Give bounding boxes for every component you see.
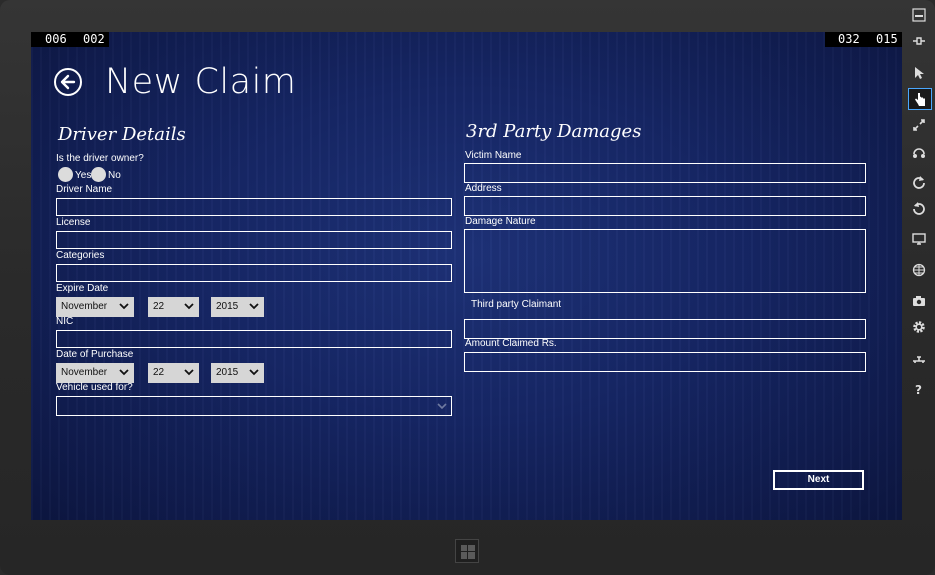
fps-value: 006 xyxy=(45,32,67,46)
frame-rate-counter-left: 006 002 xyxy=(31,32,109,47)
windows-logo-icon xyxy=(461,545,475,559)
pinch-zoom-icon xyxy=(913,119,925,131)
chevron-down-icon xyxy=(119,303,129,310)
app-screen: 006 002 032 015 New Claim Driver Details… xyxy=(31,32,902,520)
categories-field[interactable] xyxy=(56,264,452,282)
pin-button[interactable] xyxy=(908,31,932,53)
damage-nature-textarea[interactable] xyxy=(464,229,866,293)
camera-icon xyxy=(913,296,925,306)
windows-start-button[interactable] xyxy=(455,539,479,563)
expire-year-select[interactable]: 2015 xyxy=(211,297,264,317)
claimant-label: Third party Claimant xyxy=(471,299,562,310)
frame-rate-counter-right: 032 015 xyxy=(825,32,902,47)
vehicle-use-label: Vehicle used for? xyxy=(56,382,133,393)
expire-date-label: Expire Date xyxy=(56,283,109,294)
nic-field[interactable] xyxy=(56,330,452,348)
purchase-year-select[interactable]: 2015 xyxy=(211,363,264,383)
page-title: New Claim xyxy=(105,62,297,102)
minimize-icon xyxy=(912,8,926,22)
owner-yes-label: Yes xyxy=(75,170,92,181)
damage-nature-label: Damage Nature xyxy=(465,216,536,227)
purchase-month-value: November xyxy=(61,367,108,378)
network-button[interactable] xyxy=(908,349,932,371)
settings-icon xyxy=(913,321,925,333)
rotate-gesture-icon xyxy=(913,148,925,158)
settings-button[interactable] xyxy=(908,317,932,339)
purchase-date-label: Date of Purchase xyxy=(56,349,134,360)
owner-question-label: Is the driver owner? xyxy=(56,153,144,164)
resolution-button[interactable] xyxy=(908,229,932,251)
rotate-clockwise-icon xyxy=(913,176,925,189)
owner-no-radio[interactable] xyxy=(91,167,106,182)
license-label: License xyxy=(56,217,91,228)
chevron-down-icon xyxy=(437,403,447,410)
expire-month-select[interactable]: November xyxy=(56,297,134,317)
amount-claimed-field[interactable] xyxy=(464,352,866,372)
claimant-field[interactable] xyxy=(464,319,866,339)
screenshot-button[interactable] xyxy=(908,291,932,313)
chevron-down-icon xyxy=(184,303,194,310)
chevron-down-icon xyxy=(249,303,259,310)
expire-month-value: November xyxy=(61,301,108,312)
mouse-mode-button[interactable] xyxy=(908,63,932,85)
license-field[interactable] xyxy=(56,231,452,249)
chevron-down-icon xyxy=(119,369,129,376)
help-button[interactable]: ? xyxy=(908,379,932,401)
touch-mode-button[interactable] xyxy=(908,88,932,110)
purchase-year-value: 2015 xyxy=(216,367,239,378)
expire-day-value: 22 xyxy=(153,301,165,312)
address-label: Address xyxy=(465,183,502,194)
nic-label: NIC xyxy=(56,316,74,327)
rotate-counterclockwise-icon xyxy=(913,202,925,215)
touch-hand-icon xyxy=(915,93,925,106)
fps-value: 032 xyxy=(838,32,860,46)
amount-claimed-label: Amount Claimed Rs. xyxy=(465,338,557,349)
minimize-button[interactable] xyxy=(908,5,932,27)
vehicle-use-select[interactable] xyxy=(56,396,452,416)
network-icon xyxy=(913,356,925,363)
pinch-zoom-button[interactable] xyxy=(908,115,932,137)
chevron-down-icon xyxy=(184,369,194,376)
rotate-gesture-button[interactable] xyxy=(908,142,932,164)
location-icon xyxy=(912,263,926,277)
mouse-pointer-icon xyxy=(915,67,924,79)
resolution-icon xyxy=(912,233,926,245)
fps-value: 002 xyxy=(83,32,105,46)
help-icon: ? xyxy=(915,383,922,396)
owner-yes-radio[interactable] xyxy=(58,167,73,182)
driver-name-field[interactable] xyxy=(56,198,452,216)
purchase-day-select[interactable]: 22 xyxy=(148,363,199,383)
fps-value: 015 xyxy=(876,32,898,46)
third-party-section-title: 3rd Party Damages xyxy=(466,121,642,142)
expire-day-select[interactable]: 22 xyxy=(148,297,199,317)
location-button[interactable] xyxy=(908,260,932,282)
expire-year-value: 2015 xyxy=(216,301,239,312)
next-button[interactable]: Next xyxy=(773,470,864,490)
victim-name-label: Victim Name xyxy=(465,150,522,161)
victim-name-field[interactable] xyxy=(464,163,866,183)
rotate-counterclockwise-button[interactable] xyxy=(908,198,932,220)
owner-no-label: No xyxy=(108,170,121,181)
rotate-clockwise-button[interactable] xyxy=(908,172,932,194)
driver-section-title: Driver Details xyxy=(58,124,186,145)
back-arrow-icon xyxy=(60,74,76,90)
back-button[interactable] xyxy=(54,68,82,96)
pin-icon xyxy=(913,37,925,45)
chevron-down-icon xyxy=(249,369,259,376)
address-field[interactable] xyxy=(464,196,866,216)
help-glyph: ? xyxy=(915,383,922,396)
purchase-day-value: 22 xyxy=(153,367,165,378)
categories-label: Categories xyxy=(56,250,105,261)
driver-name-label: Driver Name xyxy=(56,184,113,195)
purchase-month-select[interactable]: November xyxy=(56,363,134,383)
